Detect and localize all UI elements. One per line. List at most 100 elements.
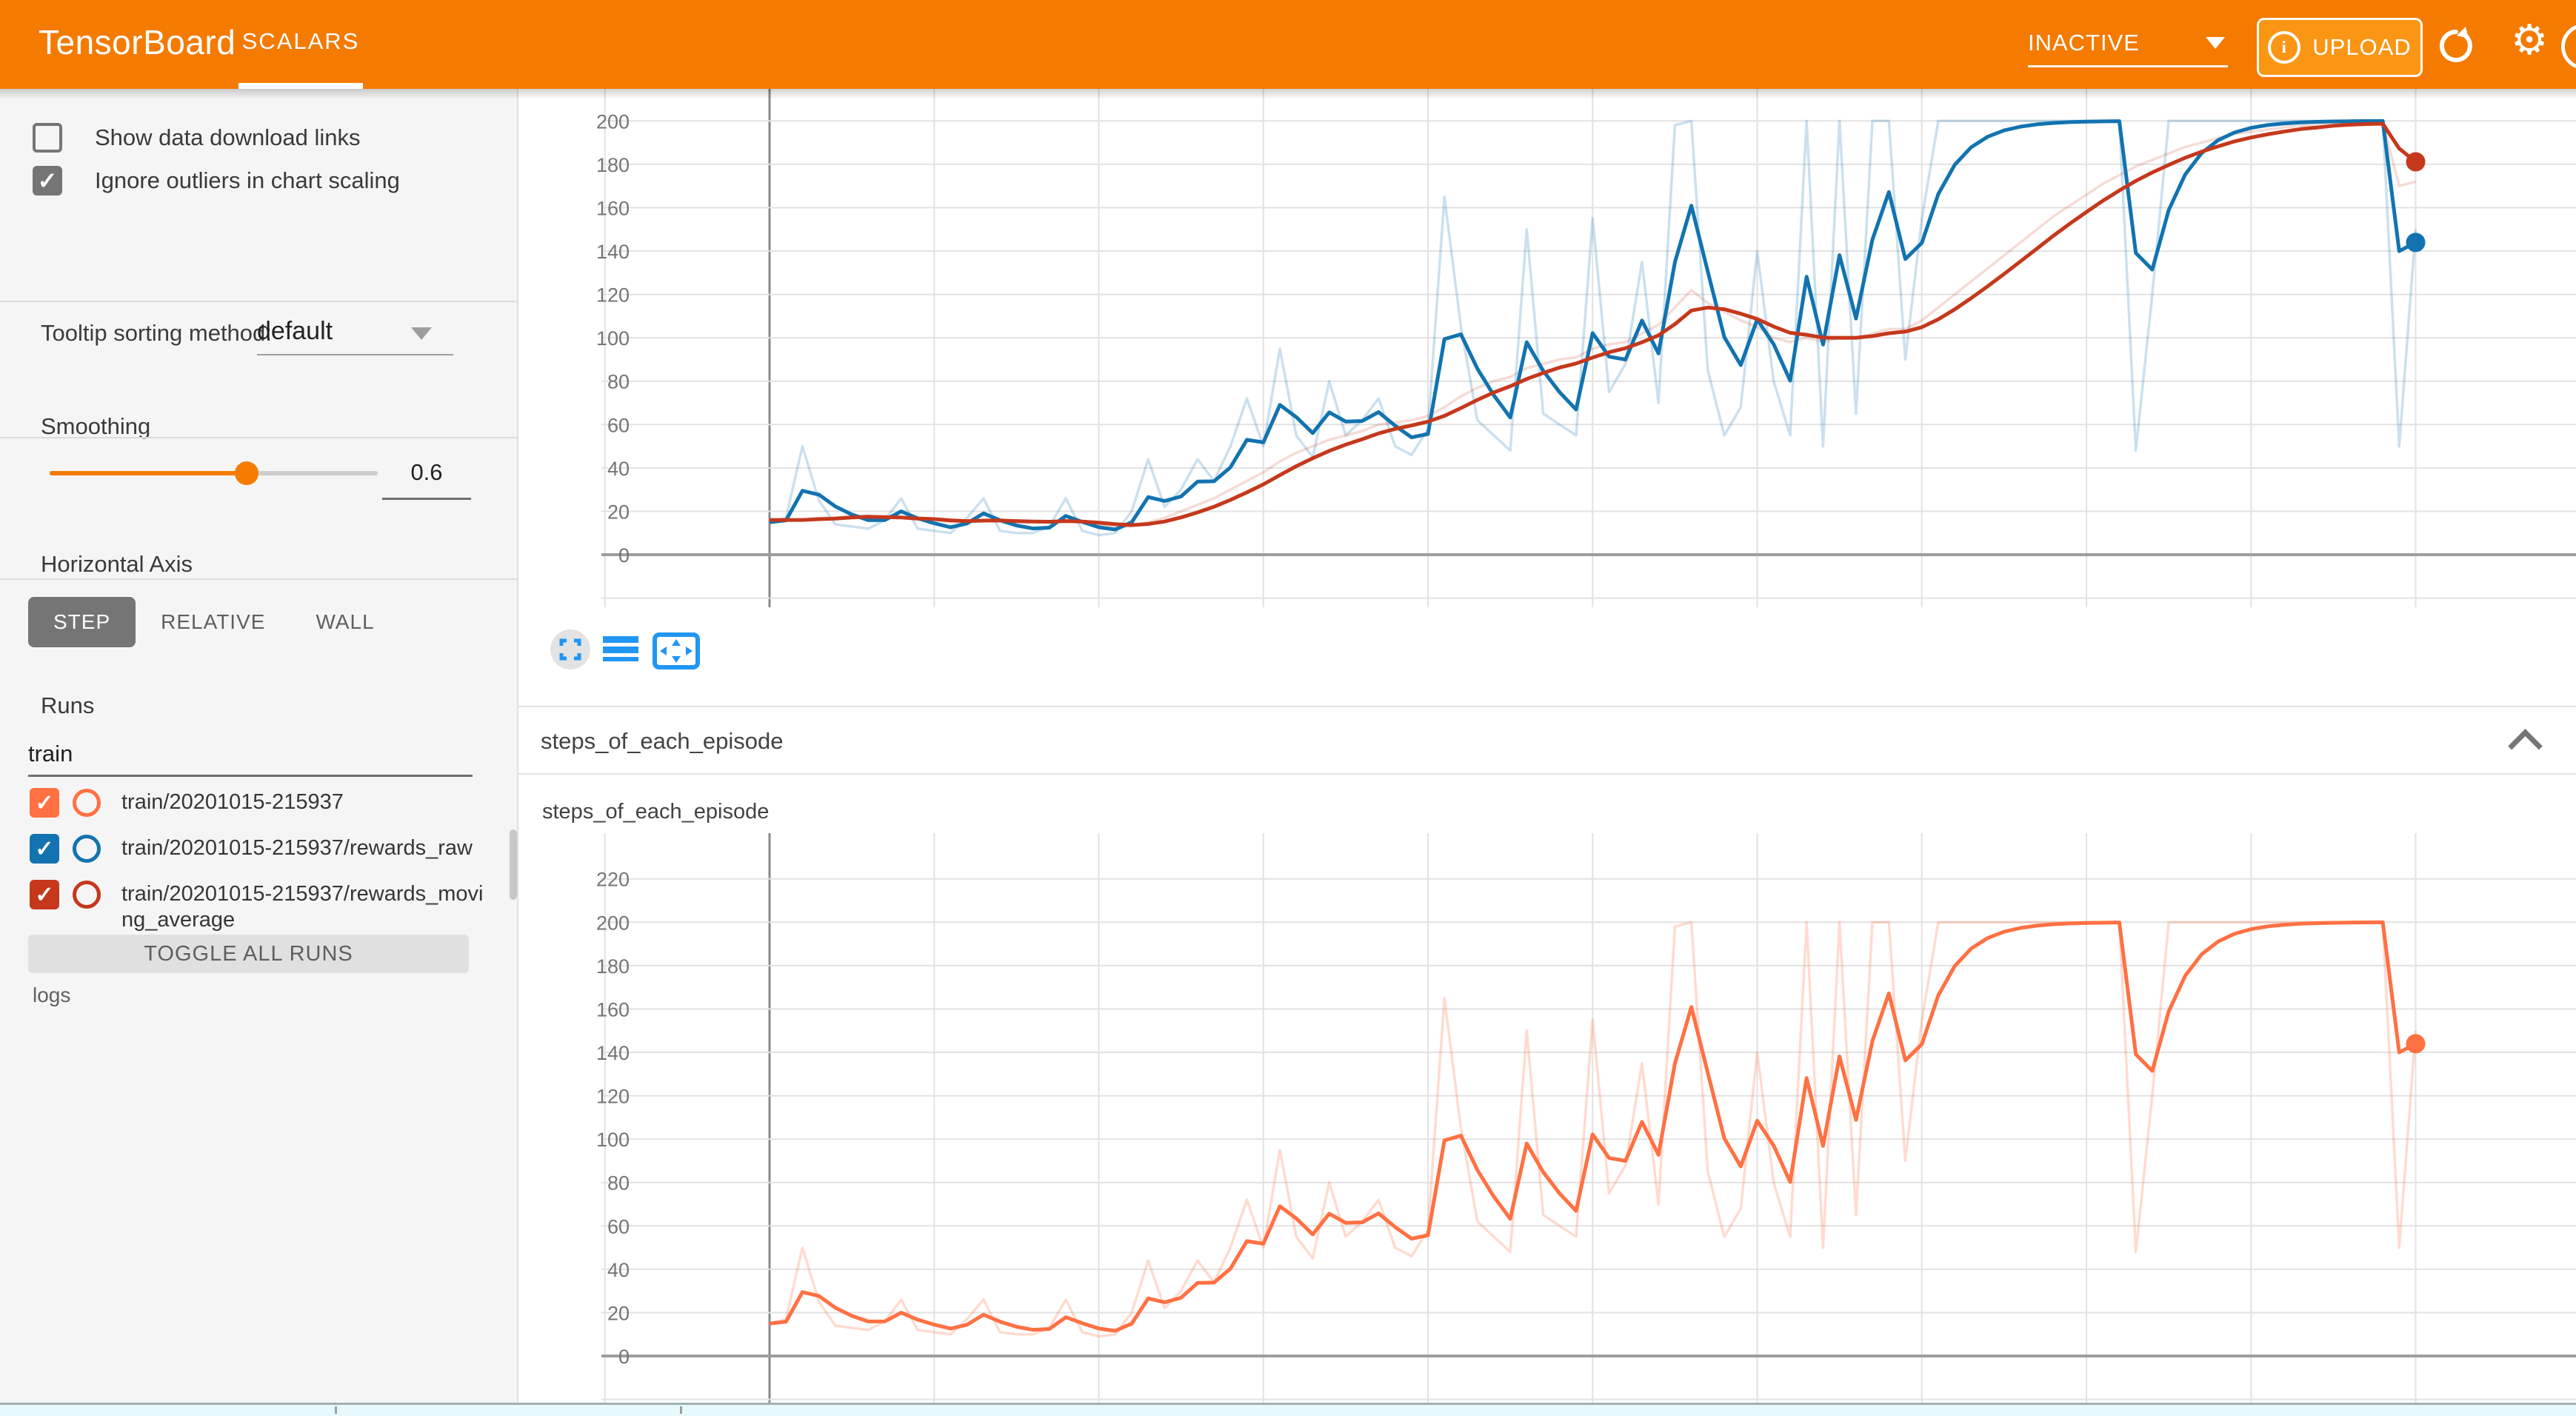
run-row[interactable]: ✓ train/20201015-215937/rewards_moving_av…: [30, 880, 489, 933]
upload-label: UPLOAD: [2312, 34, 2411, 61]
toggle-all-runs-button[interactable]: TOGGLE ALL RUNS: [28, 935, 469, 973]
haxis-option-relative[interactable]: RELATIVE: [136, 597, 290, 647]
y-tick-label: 100: [596, 1129, 630, 1151]
y-tick-label: 60: [607, 414, 630, 436]
run-row[interactable]: ✓ train/20201015-215937/rewards_raw: [30, 834, 489, 864]
y-tick-label: 80: [607, 1172, 630, 1195]
y-tick-label: 0: [618, 1346, 630, 1368]
expand-icon[interactable]: [550, 629, 590, 669]
rewards-chart[interactable]: 0204060801001201401601802000204060801001…: [518, 89, 2576, 607]
status-value: INACTIVE: [2028, 30, 2140, 56]
sidebar: Show data download links ✓ Ignore outlie…: [0, 89, 518, 1416]
chevron-down-icon[interactable]: [411, 327, 432, 340]
tooltip-sorting-label: Tooltip sorting method:: [41, 320, 272, 346]
horizontal-axis-options: STEPRELATIVEWALL: [28, 597, 400, 647]
y-tick-label: 140: [596, 1042, 630, 1064]
y-tick-label: 120: [596, 1086, 630, 1108]
run-label: train/20201015-215937/rewards_moving_ave…: [121, 881, 489, 933]
pan-arrows-icon[interactable]: [655, 635, 698, 667]
y-tick-label: 80: [607, 371, 630, 393]
haxis-option-wall[interactable]: WALL: [290, 597, 399, 647]
upload-button[interactable]: i UPLOAD: [2257, 18, 2423, 77]
run-row[interactable]: ✓ train/20201015-215937: [30, 788, 489, 818]
checkbox-checked-icon[interactable]: ✓: [33, 166, 62, 196]
run-checkbox-icon[interactable]: ✓: [30, 834, 59, 864]
y-tick-label: 40: [607, 458, 630, 480]
run-color-circle-icon[interactable]: [73, 835, 101, 863]
data-status-dropdown[interactable]: INACTIVE: [2028, 22, 2228, 64]
y-tick-label: 180: [596, 154, 630, 176]
checkbox-label: Show data download links: [95, 124, 360, 151]
app-title: TensorBoard: [39, 22, 236, 62]
series-end-dot[interactable]: [2406, 153, 2426, 172]
refresh-icon[interactable]: [2435, 25, 2477, 67]
horizontal-axis-label: Horizontal Axis: [41, 551, 193, 578]
y-tick-label: 20: [607, 1302, 630, 1324]
run-color-circle-icon[interactable]: [73, 789, 101, 817]
run-checkbox-icon[interactable]: ✓: [30, 880, 59, 909]
grid: [601, 833, 2576, 1403]
divider: [0, 578, 518, 580]
runs-label: Runs: [41, 692, 94, 719]
y-tick-label: 160: [596, 998, 630, 1021]
show-download-links-row[interactable]: Show data download links: [33, 123, 360, 153]
run-label: train/20201015-215937/rewards_raw: [121, 835, 489, 861]
runs-list: ✓ train/20201015-215937 ✓ train/20201015-21…: [30, 788, 489, 949]
ignore-outliers-row[interactable]: ✓ Ignore outliers in chart scaling: [33, 166, 400, 196]
run-filter-input[interactable]: train: [28, 741, 73, 767]
divider: [0, 301, 518, 302]
y-tick-label: 20: [607, 501, 630, 523]
logs-directory-label: logs: [33, 983, 70, 1007]
y-tick-label: 40: [607, 1259, 630, 1281]
chevron-up-icon[interactable]: [2508, 729, 2543, 764]
haxis-option-step[interactable]: STEP: [28, 597, 136, 647]
divider: [0, 437, 518, 438]
tag-section-header[interactable]: steps_of_each_episode: [518, 706, 2576, 775]
slider-thumb[interactable]: [235, 461, 258, 485]
smoothing-value-underline: [382, 498, 471, 500]
strip-tick: [335, 1406, 337, 1414]
settings-gear-icon[interactable]: ⚙: [2511, 16, 2548, 64]
y-tick-label: 60: [607, 1215, 630, 1238]
y-tick-label: 220: [596, 869, 630, 891]
y-tick-label: 0: [618, 544, 630, 567]
chart-toolbar: [545, 626, 708, 673]
horizontal-bars-icon[interactable]: [603, 636, 638, 661]
run-color-circle-icon[interactable]: [73, 881, 101, 909]
chart-card-title: steps_of_each_episode: [542, 800, 769, 824]
y-tick-label: 180: [596, 955, 630, 978]
smoothing-slider[interactable]: [50, 471, 378, 475]
tooltip-sorting-row: Tooltip sorting method: default: [41, 320, 272, 347]
tab-active-underline: [238, 83, 363, 89]
sidebar-scrollbar[interactable]: [510, 829, 517, 900]
y-tick-label: 200: [596, 912, 630, 934]
tag-section-title: steps_of_each_episode: [541, 728, 783, 755]
smoothing-label: Smoothing: [41, 413, 150, 440]
steps-of-each-episode-chart[interactable]: 0 20 40 60 80 100 120 140 160 180 200 220: [518, 833, 2576, 1403]
help-icon[interactable]: [2561, 24, 2576, 70]
y-tick-label: 120: [596, 284, 630, 307]
select-underline: [257, 354, 453, 355]
y-tick-label: 100: [596, 327, 630, 350]
series-end-dot[interactable]: [2406, 1034, 2426, 1053]
header-shadow: [0, 89, 2576, 99]
y-tick-label: 140: [596, 241, 630, 263]
chevron-down-icon: [2206, 37, 2225, 49]
input-underline: [28, 775, 473, 777]
app-header: TensorBoard SCALARS INACTIVE i UPLOAD ⚙: [0, 0, 2576, 89]
run-label: train/20201015-215937: [121, 789, 489, 815]
checkbox-unchecked-icon[interactable]: [33, 123, 62, 153]
smoothing-value[interactable]: 0.6: [382, 459, 471, 486]
info-icon: i: [2268, 31, 2300, 64]
tab-scalars[interactable]: SCALARS: [238, 28, 363, 55]
dropdown-underline: [2028, 65, 2228, 67]
slider-fill: [50, 471, 247, 475]
checkbox-label: Ignore outliers in chart scaling: [95, 167, 400, 194]
run-checkbox-icon[interactable]: ✓: [30, 788, 59, 818]
tooltip-sorting-select[interactable]: default: [257, 317, 413, 346]
y-tick-label: 200: [596, 110, 630, 133]
series-end-dot[interactable]: [2406, 233, 2426, 252]
y-tick-label: 160: [596, 197, 630, 219]
strip-tick: [680, 1406, 682, 1414]
bottom-strip: [0, 1403, 2576, 1416]
